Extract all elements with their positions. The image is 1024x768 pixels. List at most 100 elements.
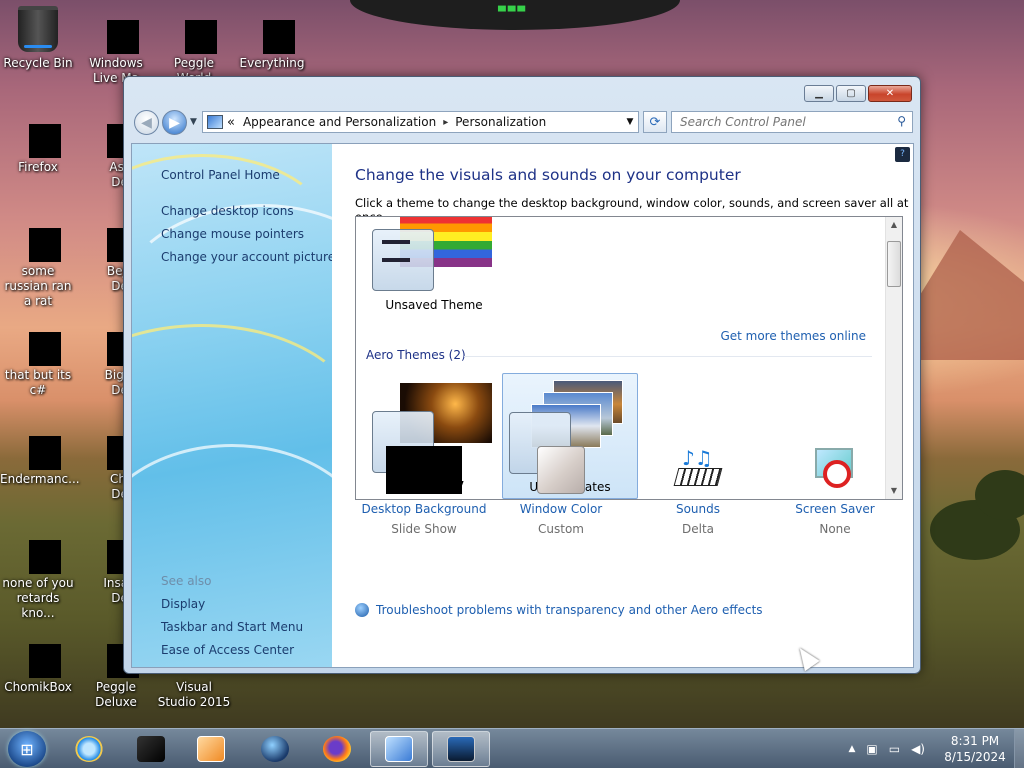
taskbar-globe-app[interactable] [246, 731, 304, 767]
recycle-bin-icon [14, 6, 62, 54]
desktop-icon-peggle-world[interactable]: Peggle World [156, 6, 232, 86]
address-bar[interactable]: « Appearance and Personalization ▸ Perso… [202, 111, 639, 133]
taskbar-media-player[interactable] [182, 731, 240, 767]
troubleshoot-aero-link[interactable]: Troubleshoot problems with transparency … [355, 603, 763, 617]
led-indicator: ▀▀▀ [498, 7, 528, 18]
personalization-window: ▁ ▢ ✕ ◀ ▶ ▼ « Appearance and Personaliza… [123, 76, 921, 674]
desktop-icon-windows-live[interactable]: Windows Live Ma [78, 6, 154, 86]
app-icon [14, 214, 62, 262]
scroll-thumb[interactable] [887, 241, 901, 287]
window-color-icon [537, 446, 585, 494]
address-dropdown-icon[interactable]: ▼ [622, 117, 638, 127]
globe-app-icon [261, 736, 289, 762]
search-icon[interactable]: ⚲ [897, 114, 906, 128]
clock-date: 8/15/2024 [944, 750, 1006, 764]
window-color-value: Custom [538, 522, 584, 536]
forward-button[interactable]: ▶ [162, 110, 187, 135]
taskbar-black-box-app[interactable] [122, 731, 180, 767]
search-box[interactable]: ⚲ [671, 111, 913, 133]
search-input[interactable] [672, 112, 882, 132]
window-color-label: Window Color [519, 502, 603, 516]
sounds-value: Delta [681, 522, 714, 536]
aero-themes-group-label: Aero Themes (2) [366, 348, 466, 362]
start-button[interactable]: ⊞ [8, 731, 46, 767]
display-link[interactable]: Display [161, 597, 205, 611]
close-button[interactable]: ✕ [868, 85, 912, 102]
volume-icon[interactable]: ◀) [911, 742, 925, 756]
firefox-icon [323, 736, 351, 762]
desktop-icon-enderman[interactable]: Endermanc... [0, 422, 80, 487]
desktop-background-button[interactable]: Desktop Background Slide Show [354, 446, 494, 536]
peggle-world-icon [170, 6, 218, 54]
group-divider [464, 356, 872, 357]
breadcrumb-personalization[interactable]: Personalization [455, 115, 546, 129]
theme-name: Unsaved Theme [385, 298, 483, 312]
troubleshoot-label: Troubleshoot problems with transparency … [376, 603, 763, 617]
taskbar-monitor-app[interactable] [432, 731, 490, 767]
troubleshoot-icon [355, 603, 369, 617]
ease-of-access-link[interactable]: Ease of Access Center [161, 643, 294, 657]
network-icon[interactable]: ▭ [889, 742, 900, 756]
desktop-icon-none-of-you[interactable]: none of you retards kno... [0, 526, 76, 621]
windows-live-icon [92, 6, 140, 54]
top-gadget: ▀▀▀ [350, 0, 680, 30]
page-title: Change the visuals and sounds on your co… [355, 166, 741, 184]
refresh-icon[interactable]: ⟳ [643, 111, 667, 133]
screen-saver-icon [811, 446, 859, 494]
chomikbox-icon [14, 630, 62, 678]
control-panel-icon [207, 115, 223, 129]
theme-unsaved[interactable]: Unsaved Theme [364, 217, 504, 315]
taskbar-control-panel[interactable] [370, 731, 428, 767]
breadcrumb-appearance[interactable]: Appearance and Personalization [243, 115, 436, 129]
app-icon [14, 422, 62, 470]
window-color-button[interactable]: Window Color Custom [491, 446, 631, 536]
media-player-icon [197, 736, 225, 762]
desktop-icon-csharp[interactable]: that but its c# [0, 318, 76, 398]
help-icon[interactable]: ? [895, 147, 910, 162]
content-area: Control Panel Home Change desktop icons … [131, 143, 914, 668]
get-more-themes-link[interactable]: Get more themes online [720, 329, 866, 343]
desktop-icon-firefox[interactable]: Firefox [0, 110, 76, 175]
screen-saver-button[interactable]: Screen Saver None [765, 446, 905, 536]
desktop-icon-chomikbox[interactable]: ChomikBox [0, 630, 76, 695]
desktop-icon-everything[interactable]: Everything [234, 6, 310, 71]
change-account-picture-link[interactable]: Change your account picture [161, 250, 332, 264]
change-desktop-icons-link[interactable]: Change desktop icons [161, 204, 294, 218]
minimize-button[interactable]: ▁ [804, 85, 834, 102]
maximize-button[interactable]: ▢ [836, 85, 866, 102]
desktop-icon-recycle-bin[interactable]: Recycle Bin [0, 6, 76, 71]
everything-search-icon [248, 6, 296, 54]
clock[interactable]: 8:31 PM 8/15/2024 [936, 733, 1014, 765]
breadcrumb-separator[interactable]: ▸ [443, 117, 448, 128]
taskbar-start-menu-link[interactable]: Taskbar and Start Menu [161, 620, 303, 634]
monitor-app-icon [447, 736, 475, 762]
desktop-icon-russian-rat[interactable]: some russian ran a rat [0, 214, 76, 309]
change-mouse-pointers-link[interactable]: Change mouse pointers [161, 227, 304, 241]
control-panel-home-link[interactable]: Control Panel Home [161, 168, 280, 182]
breadcrumb-overflow[interactable]: « [227, 115, 235, 130]
file-icon [14, 318, 62, 366]
screen-saver-value: None [819, 522, 851, 536]
recent-pages-dropdown[interactable]: ▼ [190, 117, 197, 127]
control-panel-icon [385, 736, 413, 762]
desktop-background-icon [386, 446, 462, 494]
sounds-label: Sounds [675, 502, 721, 516]
show-desktop-button[interactable] [1014, 729, 1024, 768]
system-tray: ▲ ▣ ▭ ◀) 8:31 PM 8/15/2024 [848, 729, 1024, 768]
main-pane: ? Change the visuals and sounds on your … [332, 144, 913, 667]
taskbar: ⊞ ▲ ▣ ▭ ◀) 8:31 PM 8/15/2024 [0, 728, 1024, 768]
taskbar-firefox[interactable] [308, 731, 366, 767]
firefox-icon [14, 110, 62, 158]
sounds-button[interactable]: ♪♫ Sounds Delta [628, 446, 768, 536]
back-button[interactable]: ◀ [134, 110, 159, 135]
caption-buttons: ▁ ▢ ✕ [804, 85, 912, 102]
taskbar-internet-explorer[interactable] [60, 731, 118, 767]
left-nav-pane: Control Panel Home Change desktop icons … [132, 144, 332, 667]
app-icon [14, 526, 62, 574]
internet-explorer-icon [75, 736, 103, 762]
tray-app-icon[interactable]: ▣ [866, 742, 877, 756]
sounds-icon: ♪♫ [673, 446, 723, 494]
scroll-up-icon[interactable]: ▲ [886, 217, 902, 233]
screen-saver-label: Screen Saver [795, 502, 875, 516]
tray-overflow-chevron-icon[interactable]: ▲ [848, 744, 855, 754]
